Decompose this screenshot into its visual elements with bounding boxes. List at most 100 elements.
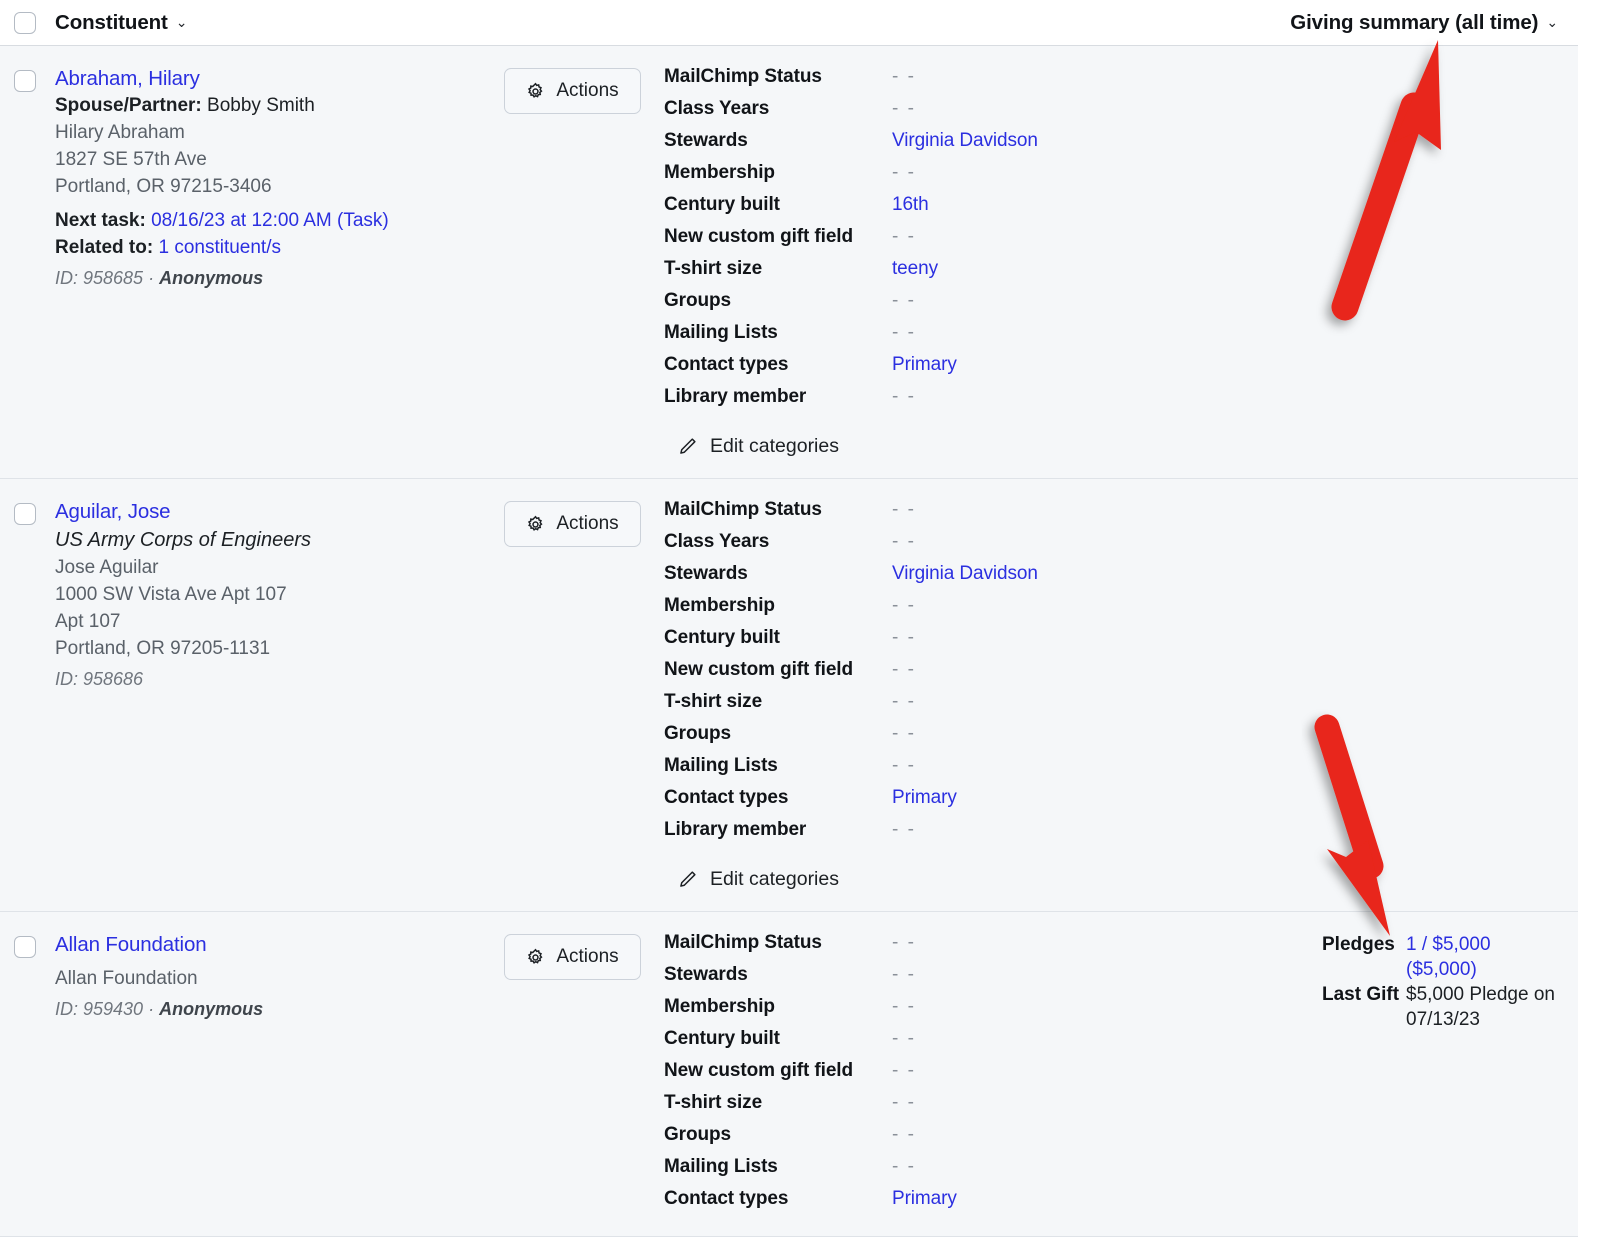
field-row: Century built 16th	[664, 194, 1264, 226]
field-label: Groups	[664, 1124, 731, 1145]
constituent-id-line: ID: 959430 · Anonymous	[55, 999, 264, 1019]
constituent-name-link[interactable]: Allan Foundation	[55, 931, 504, 958]
row-select-checkbox[interactable]	[14, 503, 36, 525]
field-row: Groups - -	[664, 1124, 1264, 1156]
giving-summary-cell	[1264, 64, 1578, 462]
field-row: Library member - -	[664, 819, 1264, 851]
field-label: Contact types	[664, 1188, 789, 1209]
field-label: MailChimp Status	[664, 499, 822, 520]
actions-button[interactable]: Actions	[504, 68, 641, 114]
edit-categories-button[interactable]: Edit categories	[677, 435, 839, 458]
field-value: - -	[892, 386, 916, 407]
field-value: - -	[892, 627, 916, 648]
field-row: Membership - -	[664, 595, 1264, 627]
field-row: Century built - -	[664, 627, 1264, 659]
field-label: Stewards	[664, 964, 748, 985]
field-value[interactable]: Primary	[892, 787, 957, 809]
constituent-name-link[interactable]: Abraham, Hilary	[55, 65, 504, 92]
field-value: - -	[892, 1060, 916, 1081]
field-value: - -	[892, 66, 916, 87]
actions-button-label: Actions	[556, 80, 619, 101]
related-to-link[interactable]: 1 constituent/s	[158, 237, 281, 258]
field-value: - -	[892, 595, 916, 616]
constituent-name-link[interactable]: Aguilar, Jose	[55, 498, 504, 525]
field-label: Membership	[664, 162, 775, 183]
field-row: New custom gift field - -	[664, 226, 1264, 258]
edit-categories-button[interactable]: Edit categories	[677, 868, 839, 891]
page-title[interactable]: Constituent ⌄	[55, 10, 188, 35]
field-value: - -	[892, 996, 916, 1017]
field-row: Contact types Primary	[664, 1188, 1264, 1220]
field-value: - -	[892, 1092, 916, 1113]
field-value[interactable]: Primary	[892, 1188, 957, 1210]
next-task-label: Next task:	[55, 210, 146, 231]
field-row: T-shirt size - -	[664, 691, 1264, 723]
field-value: - -	[892, 819, 916, 840]
anonymous-badge: Anonymous	[159, 268, 264, 288]
field-value[interactable]: Primary	[892, 354, 957, 376]
table-row: Allan Foundation Allan Foundation ID: 9594…	[0, 912, 1578, 1237]
gear-icon	[526, 948, 545, 967]
field-label: New custom gift field	[664, 226, 853, 247]
giving-summary-label: Giving summary (all time)	[1290, 10, 1539, 34]
address-line: Portland, OR 97215-3406	[55, 176, 272, 197]
next-task-link[interactable]: 08/16/23 at 12:00 AM (Task)	[151, 210, 389, 231]
giving-summary-value[interactable]: 1 / $5,000 ($5,000)	[1406, 932, 1556, 982]
field-value: - -	[892, 964, 916, 985]
related-to-line: Related to: 1 constituent/s	[55, 234, 504, 261]
field-value: - -	[892, 755, 916, 776]
field-label: T-shirt size	[664, 258, 763, 279]
giving-summary-cell	[1264, 497, 1578, 895]
field-value: - -	[892, 162, 916, 183]
field-label: T-shirt size	[664, 1092, 763, 1113]
row-select-checkbox[interactable]	[14, 70, 36, 92]
constituent-list-page: Constituent ⌄ Giving summary (all time) ⌄ …	[0, 0, 1600, 1240]
fields-cell: MailChimp Status - - Class Years - - Steward…	[664, 497, 1264, 895]
field-row: Membership - -	[664, 162, 1264, 194]
constituent-info-cell: Aguilar, Jose US Army Corps of Engineers J…	[36, 497, 504, 895]
field-label: Library member	[664, 386, 807, 407]
actions-button[interactable]: Actions	[504, 501, 641, 547]
chevron-down-icon[interactable]: ⌄	[1546, 14, 1558, 31]
constituent-organization: US Army Corps of Engineers	[55, 529, 312, 551]
field-row: T-shirt size teeny	[664, 258, 1264, 290]
field-value: - -	[892, 322, 916, 343]
chevron-down-icon[interactable]: ⌄	[176, 14, 188, 31]
address-line: Allan Foundation	[55, 968, 198, 989]
field-value[interactable]: teeny	[892, 258, 938, 280]
table-row: Abraham, Hilary Spouse/Partner: Bobby Smi…	[0, 46, 1578, 479]
spouse-partner-label: Spouse/Partner:	[55, 95, 202, 116]
field-row: MailChimp Status - -	[664, 499, 1264, 531]
field-value: - -	[892, 226, 916, 247]
field-row: New custom gift field - -	[664, 659, 1264, 691]
field-row: Mailing Lists - -	[664, 322, 1264, 354]
actions-button[interactable]: Actions	[504, 934, 641, 980]
field-value[interactable]: Virginia Davidson	[892, 130, 1038, 152]
address-line: Hilary Abraham	[55, 122, 185, 143]
field-value: - -	[892, 1124, 916, 1145]
field-value: - -	[892, 1156, 916, 1177]
field-value[interactable]: Virginia Davidson	[892, 563, 1038, 585]
field-value[interactable]: 16th	[892, 194, 929, 216]
field-label: Groups	[664, 290, 731, 311]
row-checkbox-cell	[0, 930, 36, 1220]
field-row: Membership - -	[664, 996, 1264, 1028]
row-select-checkbox[interactable]	[14, 936, 36, 958]
field-row: Contact types Primary	[664, 787, 1264, 819]
giving-summary-header[interactable]: Giving summary (all time) ⌄	[1290, 11, 1558, 35]
giving-summary-value: $5,000 Pledge on 07/13/23	[1406, 984, 1555, 1030]
address-line: 1000 SW Vista Ave Apt 107	[55, 584, 287, 605]
related-to-label: Related to:	[55, 237, 154, 258]
field-label: Membership	[664, 996, 775, 1017]
constituent-rows: Abraham, Hilary Spouse/Partner: Bobby Smi…	[0, 46, 1578, 1237]
edit-categories-label: Edit categories	[710, 868, 839, 890]
page-title-label: Constituent	[55, 10, 168, 34]
select-all-checkbox[interactable]	[14, 11, 36, 34]
field-row: Mailing Lists - -	[664, 1156, 1264, 1188]
address-spacer	[55, 958, 504, 965]
field-label: Stewards	[664, 563, 748, 584]
table-row: Aguilar, Jose US Army Corps of Engineers J…	[0, 479, 1578, 912]
edit-categories-label: Edit categories	[710, 435, 839, 457]
giving-summary-row: Pledges 1 / $5,000 ($5,000)	[1322, 932, 1556, 982]
field-label: Mailing Lists	[664, 1156, 778, 1177]
